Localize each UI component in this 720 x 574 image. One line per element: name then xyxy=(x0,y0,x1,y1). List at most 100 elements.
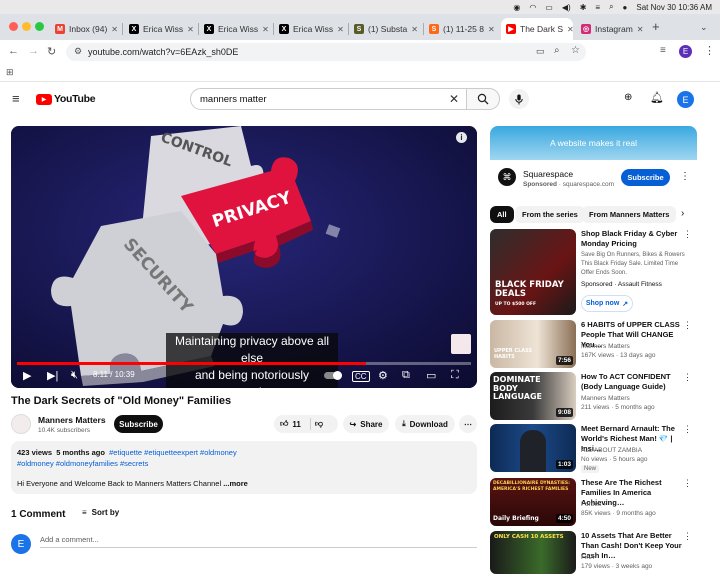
shop-now-button[interactable]: Shop now ↗ xyxy=(581,295,633,312)
recommendation-thumbnail[interactable]: DOMINATE BODY LANGUAGE 9:08 xyxy=(490,372,576,420)
recommendation-menu-icon[interactable]: ⋮ xyxy=(683,229,692,240)
youtube-logo[interactable]: ▶ YouTube xyxy=(36,93,96,105)
menubar-clock[interactable]: Sat Nov 30 10:36 AM xyxy=(636,3,712,12)
settings-gear-icon[interactable]: ⚙ xyxy=(378,369,388,382)
minimize-window-button[interactable] xyxy=(22,22,31,31)
close-tab-icon[interactable]: ✕ xyxy=(111,25,118,34)
more-actions-button[interactable]: ⋯ xyxy=(459,415,477,433)
tab-search-icon[interactable]: ⌄ xyxy=(700,22,708,33)
chip-all[interactable]: All xyxy=(490,206,514,223)
close-tab-icon[interactable]: ✕ xyxy=(337,25,344,34)
search-input[interactable]: manners matter ✕ xyxy=(190,88,500,110)
dislike-icon[interactable]: 👎︎ xyxy=(315,419,323,429)
hashtags-line-1[interactable]: #etiquette #etiquetteexpert #oldmoney xyxy=(109,448,237,457)
close-tab-icon[interactable]: ✕ xyxy=(262,25,269,34)
ad-banner[interactable]: A website makes it real xyxy=(490,126,697,160)
hamburger-menu-icon[interactable]: ≡ xyxy=(12,91,20,106)
recommendation-channel[interactable]: FinX xyxy=(581,553,689,562)
info-icon[interactable]: i xyxy=(456,132,467,143)
recommendation-menu-icon[interactable]: ⋮ xyxy=(683,372,692,383)
fullscreen-icon[interactable]: ⛶ xyxy=(451,369,459,382)
like-icon[interactable]: 👍︎ xyxy=(280,419,288,429)
create-video-icon[interactable]: ⊕ xyxy=(624,92,632,103)
siri-icon[interactable]: ● xyxy=(623,3,628,12)
maximize-window-button[interactable] xyxy=(35,22,44,31)
wifi-icon[interactable]: ◠ xyxy=(529,3,536,12)
sidebar-ad[interactable]: A website makes it real ⌘ Squarespace Sp… xyxy=(490,126,697,198)
browser-tab[interactable]: S (1) Substa ✕ xyxy=(349,18,421,40)
video-player[interactable]: CONTROL PRIVACY SECURITY i Maintaining p… xyxy=(11,126,477,388)
browser-tab[interactable]: ▶ The Dark S ✕ xyxy=(501,18,573,40)
close-tab-icon[interactable]: ✕ xyxy=(637,25,644,34)
play-icon[interactable]: ▶ xyxy=(23,369,31,382)
address-bar[interactable]: ⚙ youtube.com/watch?v=6EAzk_sh0DE ▭ ⌕ ☆ xyxy=(66,43,586,61)
control-center-icon[interactable]: ≡ xyxy=(595,3,600,12)
browser-tab[interactable]: M Inbox (94) ✕ xyxy=(50,18,120,40)
volume-icon[interactable]: ◀) xyxy=(562,3,571,12)
chips-next-icon[interactable]: › xyxy=(681,208,684,219)
description-box[interactable]: 423 views 5 months ago #etiquette #etiqu… xyxy=(11,441,477,494)
recommendation-item[interactable]: DECABILLIONAIRE DYNASTIES: AMERICA'S RIC… xyxy=(490,478,692,526)
recommendation-menu-icon[interactable]: ⋮ xyxy=(683,320,692,331)
recommendation-item[interactable]: 1:03 Meet Bernard Arnault: The World's R… xyxy=(490,424,692,473)
recommendation-title[interactable]: How To ACT CONFIDENT (Body Language Guid… xyxy=(581,372,685,392)
recommendation-item[interactable]: UPPER CLASS HABITS 7:56 6 HABITS of UPPE… xyxy=(490,320,692,368)
next-video-icon[interactable]: ▶| xyxy=(47,369,58,382)
add-comment-input[interactable]: Add a comment... xyxy=(40,535,477,548)
reading-list-icon[interactable]: ≡ xyxy=(660,45,666,56)
new-tab-icon[interactable]: + xyxy=(652,19,660,34)
bookmark-star-icon[interactable]: ☆ xyxy=(571,45,580,56)
theater-mode-icon[interactable]: ▭ xyxy=(426,369,436,382)
close-tab-icon[interactable]: ✕ xyxy=(187,25,194,34)
recommendation-thumbnail[interactable]: DECABILLIONAIRE DYNASTIES: AMERICA'S RIC… xyxy=(490,478,576,526)
chip-from-series[interactable]: From the series xyxy=(515,206,585,223)
reload-icon[interactable]: ↻ xyxy=(47,45,56,58)
hashtags-line-2[interactable]: #oldmoney #oldmoneyfamilies #secrets xyxy=(17,458,471,469)
like-count[interactable]: 11 xyxy=(292,420,300,429)
search-icon[interactable]: ⌕ xyxy=(609,2,613,12)
search-button[interactable] xyxy=(466,88,500,110)
close-tab-icon[interactable]: ✕ xyxy=(567,25,573,34)
recommendation-item[interactable]: DOMINATE BODY LANGUAGE 9:08 How To ACT C… xyxy=(490,372,692,420)
zoom-icon[interactable]: ⌕ xyxy=(554,45,560,56)
mute-icon[interactable]: 🔇︎ xyxy=(71,369,78,382)
cast-icon[interactable]: ▭ xyxy=(536,46,545,57)
ad-subscribe-button[interactable]: Subscribe xyxy=(621,169,670,186)
autoplay-toggle[interactable] xyxy=(324,371,342,380)
show-more-link[interactable]: ...more xyxy=(223,479,248,488)
profile-avatar[interactable]: E xyxy=(679,45,692,58)
share-button[interactable]: ↪ Share xyxy=(343,415,389,433)
browser-tab[interactable]: X Erica Wiss ✕ xyxy=(124,18,196,40)
recommendation-channel[interactable]: Manners Matters xyxy=(581,394,689,403)
recommendation-item[interactable]: ONLY CASH 10 ASSETS 10 Assets That Are B… xyxy=(490,531,692,574)
chrome-menu-icon[interactable]: ⋮ xyxy=(704,44,715,57)
browser-tab[interactable]: X Erica Wiss ✕ xyxy=(274,18,346,40)
subscribe-button[interactable]: Subscribe xyxy=(114,415,163,433)
recommendation-channel[interactable]: Forbes ✓ xyxy=(581,500,689,509)
browser-tab[interactable]: ◎ Instagram ✕ xyxy=(576,18,648,40)
account-avatar[interactable]: E xyxy=(677,91,694,108)
browser-tab[interactable]: X Erica Wiss ✕ xyxy=(199,18,271,40)
recommendation-menu-icon[interactable]: ⋮ xyxy=(683,424,692,435)
channel-avatar[interactable] xyxy=(11,414,31,434)
browser-tab[interactable]: S (1) 11-25 8 ✕ xyxy=(424,18,498,40)
sort-by-button[interactable]: ≡ Sort by xyxy=(82,508,119,517)
recommendation-title[interactable]: Shop Black Friday & Cyber Monday Pricing xyxy=(581,229,685,249)
site-info-icon[interactable]: ⚙ xyxy=(74,46,82,57)
apps-grid-icon[interactable]: ⊞ xyxy=(6,67,14,78)
recommendation-thumbnail[interactable]: ONLY CASH 10 ASSETS xyxy=(490,531,576,574)
recommendation-thumbnail[interactable]: BLACK FRIDAY DEALS UP TO $500 OFF xyxy=(490,229,576,315)
notifications-bell-icon[interactable]: 🔔︎ xyxy=(650,91,664,104)
recommendation-thumbnail[interactable]: UPPER CLASS HABITS 7:56 xyxy=(490,320,576,368)
recommendation-menu-icon[interactable]: ⋮ xyxy=(683,478,692,489)
progress-bar[interactable] xyxy=(17,362,471,365)
clear-search-icon[interactable]: ✕ xyxy=(449,92,459,106)
record-icon[interactable]: ◉ xyxy=(513,3,520,12)
forward-icon[interactable]: → xyxy=(28,45,39,57)
ad-menu-icon[interactable]: ⋮ xyxy=(680,171,690,182)
download-button[interactable]: ⤓ Download xyxy=(395,415,455,433)
close-tab-icon[interactable]: ✕ xyxy=(411,25,418,34)
close-window-button[interactable] xyxy=(9,22,18,31)
battery-icon[interactable]: ▭ xyxy=(545,3,553,12)
channel-name[interactable]: Manners Matters xyxy=(38,415,106,425)
